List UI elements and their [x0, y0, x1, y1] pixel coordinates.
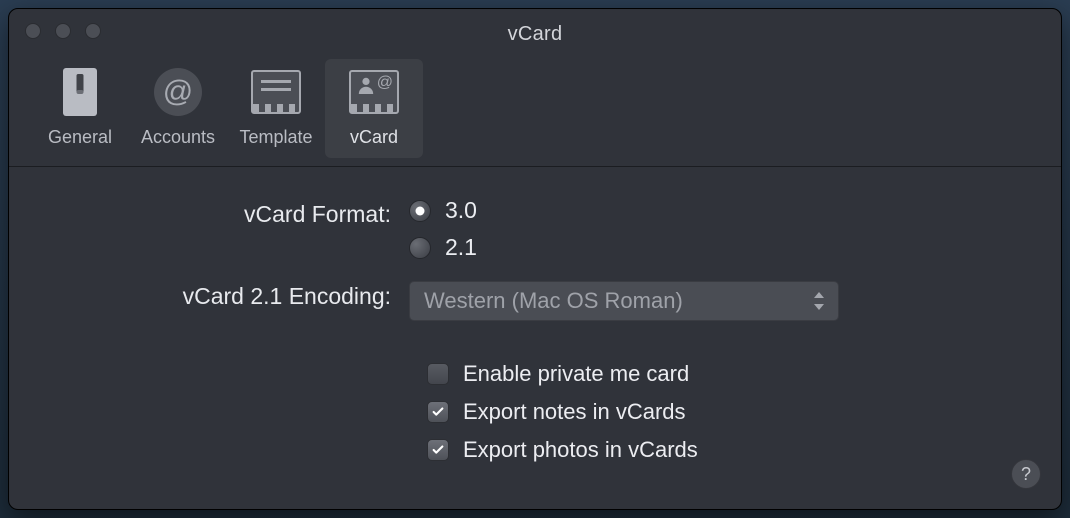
radio-indicator-icon	[409, 237, 431, 259]
encoding-select-value: Western (Mac OS Roman)	[424, 288, 683, 314]
window-controls	[25, 23, 101, 39]
checkbox-label: Export notes in vCards	[463, 399, 686, 425]
radio-vcard-format-21[interactable]: 2.1	[409, 234, 1021, 261]
checkbox-export-notes[interactable]: Export notes in vCards	[427, 399, 1021, 425]
encoding-select[interactable]: Western (Mac OS Roman)	[409, 281, 839, 321]
tab-general[interactable]: General	[31, 59, 129, 158]
template-icon	[251, 67, 301, 117]
tab-vcard[interactable]: @ vCard	[325, 59, 423, 158]
encoding-control: Western (Mac OS Roman)	[409, 279, 1021, 321]
vcard-icon: @	[349, 67, 399, 117]
tab-label: vCard	[350, 127, 398, 148]
preferences-window: vCard General @ Accounts Template	[8, 8, 1062, 510]
help-icon: ?	[1021, 464, 1031, 485]
radio-label: 2.1	[445, 234, 477, 261]
general-icon	[55, 67, 105, 117]
vcard-options-group: Enable private me card Export notes in v…	[427, 361, 1021, 463]
radio-indicator-icon	[409, 200, 431, 222]
label-vcard-format: vCard Format:	[49, 197, 409, 228]
checkbox-indicator-icon	[427, 363, 449, 385]
tab-label: General	[48, 127, 112, 148]
vcard-pane: vCard Format: 3.0 2.1 vCard 2.1 Encoding…	[9, 167, 1061, 463]
radio-label: 3.0	[445, 197, 477, 224]
updown-arrows-icon	[810, 289, 828, 313]
checkbox-label: Export photos in vCards	[463, 437, 698, 463]
close-window-button[interactable]	[25, 23, 41, 39]
tab-label: Template	[239, 127, 312, 148]
accounts-icon: @	[153, 67, 203, 117]
tab-template[interactable]: Template	[227, 59, 325, 158]
tab-accounts[interactable]: @ Accounts	[129, 59, 227, 158]
checkbox-indicator-icon	[427, 401, 449, 423]
radio-vcard-format-30[interactable]: 3.0	[409, 197, 1021, 224]
checkbox-enable-private-me-card[interactable]: Enable private me card	[427, 361, 1021, 387]
window-title: vCard	[9, 9, 1061, 59]
zoom-window-button[interactable]	[85, 23, 101, 39]
titlebar: vCard	[9, 9, 1061, 59]
label-vcard-encoding: vCard 2.1 Encoding:	[49, 279, 409, 310]
tab-label: Accounts	[141, 127, 215, 148]
row-vcard-format: vCard Format: 3.0 2.1	[49, 197, 1021, 261]
vcard-format-radio-group: 3.0 2.1	[409, 197, 1021, 261]
checkbox-label: Enable private me card	[463, 361, 689, 387]
checkbox-export-photos[interactable]: Export photos in vCards	[427, 437, 1021, 463]
minimize-window-button[interactable]	[55, 23, 71, 39]
preferences-toolbar: General @ Accounts Template @ vCard	[9, 59, 1061, 167]
row-vcard-encoding: vCard 2.1 Encoding: Western (Mac OS Roma…	[49, 279, 1021, 321]
help-button[interactable]: ?	[1011, 459, 1041, 489]
checkbox-indicator-icon	[427, 439, 449, 461]
